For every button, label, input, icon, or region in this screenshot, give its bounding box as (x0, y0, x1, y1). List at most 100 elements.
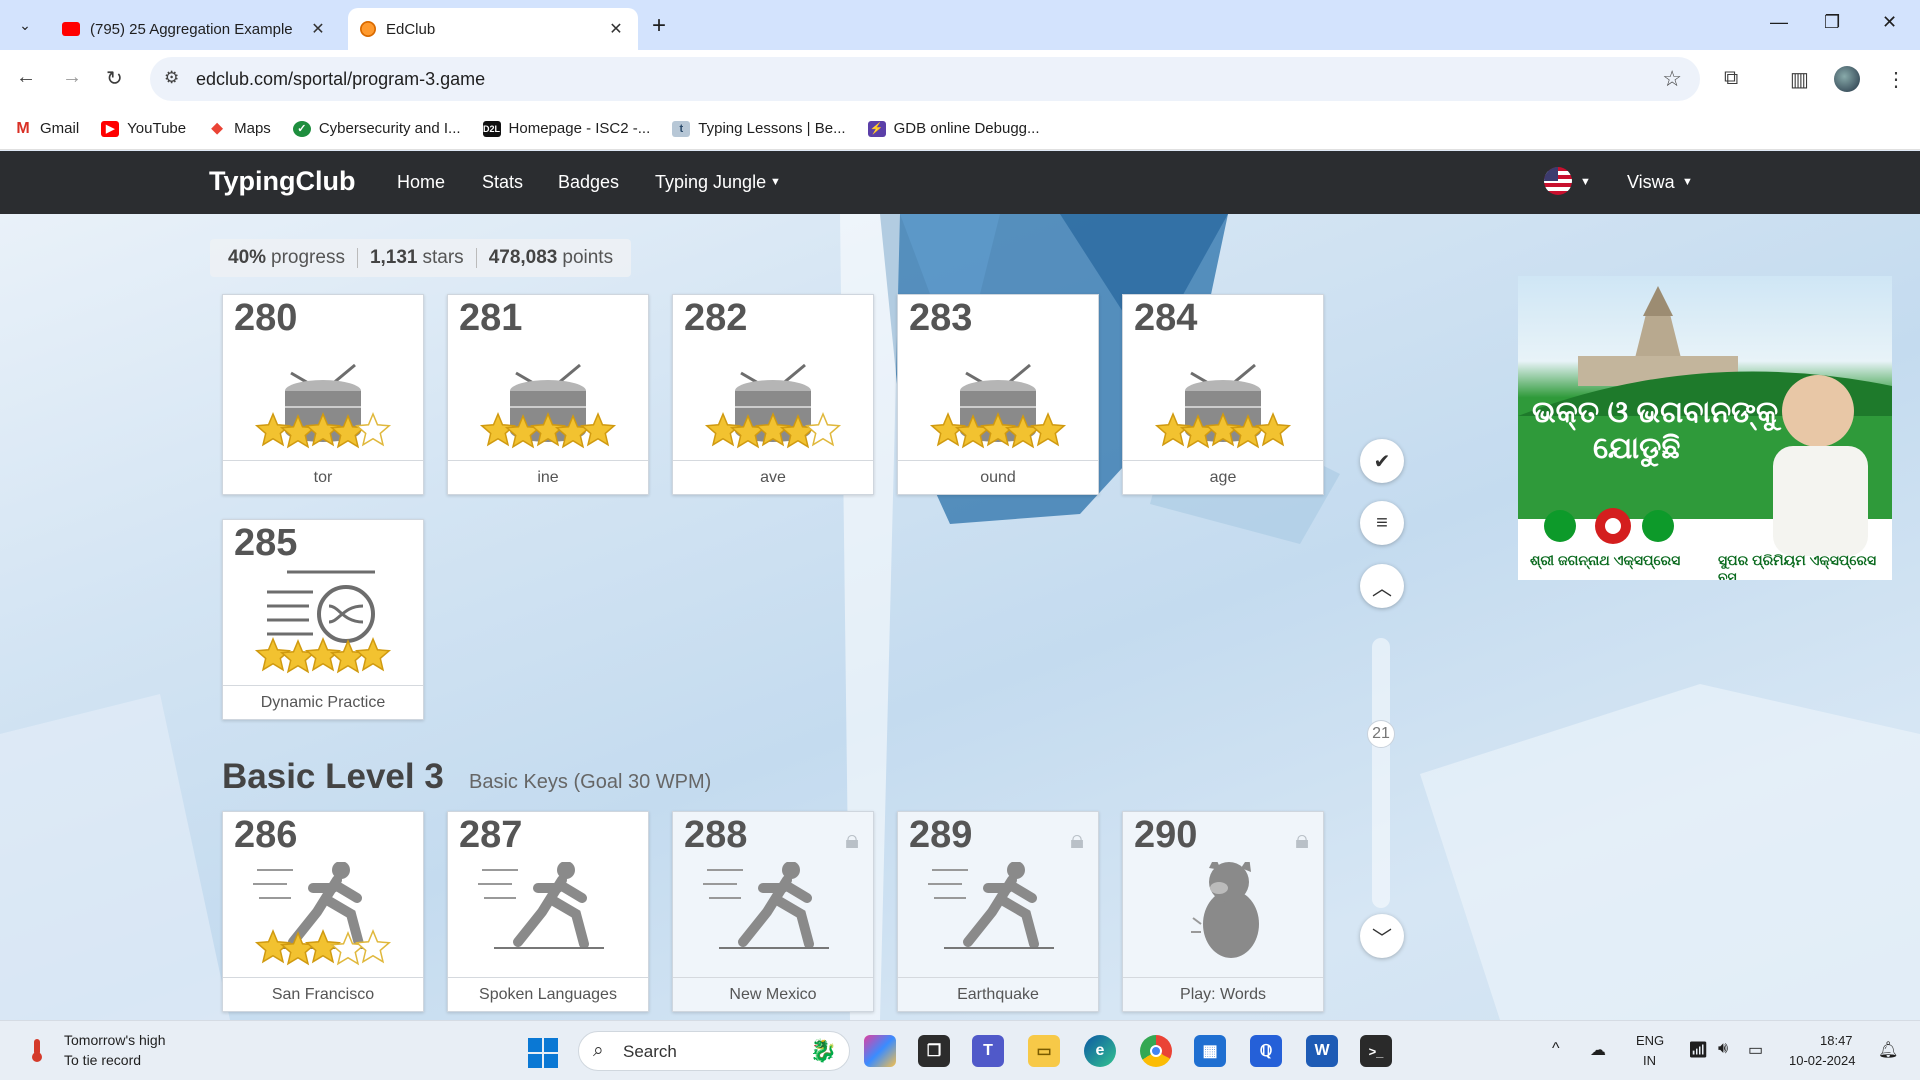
profile-avatar[interactable] (1834, 66, 1860, 92)
lesson-number: 289 (909, 814, 973, 856)
copilot-icon[interactable] (864, 1035, 896, 1067)
us-flag-icon[interactable] (1544, 167, 1572, 195)
battery-icon[interactable]: ▭ (1748, 1040, 1763, 1060)
lesson-card-283[interactable]: 283 ound (897, 294, 1099, 495)
lesson-number: 283 (909, 297, 973, 339)
advertisement-banner[interactable]: ଭକ୍ତ ଓ ଭଗବାନଙ୍କୁ ଯୋଡୁଛି ଶ୍ରୀ ଜଗନ୍ନାଥ ଏକ୍… (1518, 276, 1892, 580)
level-scroll-thumb[interactable]: 21 (1367, 720, 1395, 748)
clock-time[interactable]: 18:47 (1820, 1033, 1853, 1048)
windows-logo-pane (544, 1038, 558, 1052)
minimize-button[interactable]: — (1770, 12, 1788, 33)
weather-line-1[interactable]: Tomorrow's high (64, 1032, 166, 1048)
nav-stats[interactable]: Stats (482, 172, 523, 193)
chevron-up-icon[interactable]: ^ (1552, 1040, 1560, 1058)
gmail-icon: M (16, 119, 30, 137)
forward-button[interactable]: → (62, 66, 82, 89)
close-icon[interactable]: ✕ (308, 19, 328, 39)
bookmark-star-icon[interactable]: ☆ (1662, 66, 1682, 92)
site-logo[interactable]: TypingClub (209, 166, 355, 197)
completed-filter-button[interactable]: ✔ (1360, 439, 1404, 483)
list-menu-button[interactable]: ≡ (1360, 501, 1404, 545)
close-window-button[interactable]: ✕ (1882, 12, 1897, 33)
word-icon[interactable]: W (1306, 1035, 1338, 1067)
menu-icon[interactable]: ⋮ (1886, 67, 1906, 92)
quick-assist-icon[interactable]: ℚ (1250, 1035, 1282, 1067)
reload-button[interactable]: ↻ (106, 66, 123, 91)
search-icon: ⌕ (593, 1040, 604, 1061)
nav-typing-jungle[interactable]: Typing Jungle (655, 172, 766, 193)
region-indicator[interactable]: IN (1643, 1053, 1656, 1068)
restore-button[interactable]: ❐ (1824, 12, 1840, 33)
nav-home[interactable]: Home (397, 172, 445, 193)
taskbar-search[interactable]: ⌕ Search 🐉 (578, 1031, 850, 1071)
rating-star (279, 639, 317, 674)
drum-icon (253, 345, 393, 455)
file-explorer-icon[interactable]: ▭ (1028, 1035, 1060, 1067)
lesson-card-288[interactable]: 288 🔒︎ New Mexico (672, 811, 874, 1012)
tab-search-button[interactable]: ⌄ (10, 10, 40, 40)
lesson-number: 288 (684, 814, 748, 856)
runner-icon (928, 861, 1068, 972)
runner-icon (253, 861, 393, 972)
bookmark-gmail[interactable]: M Gmail (14, 120, 79, 137)
chrome-icon[interactable] (1140, 1035, 1172, 1067)
terminal-icon[interactable]: >_ (1360, 1035, 1392, 1067)
scroll-down-button[interactable]: ﹀ (1360, 914, 1404, 958)
start-button[interactable] (528, 1038, 558, 1068)
lesson-card-290[interactable]: 290 🔒︎ Play: Words (1122, 811, 1324, 1012)
onedrive-cloud-icon[interactable]: ☁ (1590, 1040, 1606, 1060)
notification-bell-icon[interactable]: 🔔︎ (1878, 1040, 1898, 1060)
site-info-icon[interactable]: ⚙ (164, 68, 179, 88)
clock-date[interactable]: 10-02-2024 (1789, 1053, 1856, 1068)
weather-line-2[interactable]: To tie record (64, 1052, 141, 1068)
lesson-card-287[interactable]: 287 Spoken Languages (447, 811, 649, 1012)
edge-icon[interactable]: e (1084, 1035, 1116, 1067)
wifi-icon[interactable]: 📶︎ (1688, 1040, 1708, 1060)
level-scroll-track[interactable] (1372, 638, 1390, 908)
lesson-card-289[interactable]: 289 🔒︎ Earthquake (897, 811, 1099, 1012)
close-icon[interactable]: ✕ (606, 19, 626, 39)
store-icon[interactable]: ▦ (1194, 1035, 1226, 1067)
lock-icon: 🔒︎ (1070, 824, 1084, 854)
tab-edclub[interactable]: EdClub ✕ (348, 8, 638, 50)
teams-icon[interactable]: T (972, 1035, 1004, 1067)
lesson-card-282[interactable]: 282 ave (672, 294, 874, 495)
bookmark-typing-lessons[interactable]: t Typing Lessons | Be... (672, 120, 846, 137)
task-view-icon[interactable]: ❐ (918, 1035, 950, 1067)
new-tab-button[interactable]: + (652, 12, 666, 40)
bookmark-label: Homepage - ISC2 -... (508, 120, 651, 137)
scroll-up-button[interactable]: ︿ (1360, 564, 1404, 608)
lesson-card-284[interactable]: 284 age (1122, 294, 1324, 495)
extensions-icon[interactable]: ⧉ (1724, 67, 1738, 90)
bookmark-gdb[interactable]: ⚡ GDB online Debugg... (867, 120, 1040, 137)
windows-logo-pane (528, 1038, 542, 1052)
bookmark-isc2[interactable]: D2L Homepage - ISC2 -... (482, 120, 651, 137)
lesson-card-280[interactable]: 280 tor (222, 294, 424, 495)
maps-pin-icon: ⬥ (211, 119, 223, 137)
thermometer-icon[interactable] (28, 1037, 46, 1063)
url-text[interactable]: edclub.com/sportal/program-3.game (196, 69, 485, 90)
lesson-card-286[interactable]: 286 San Francisco (222, 811, 424, 1012)
tab-youtube[interactable]: (795) 25 Aggregation Example ✕ (50, 8, 340, 50)
side-panel-icon[interactable]: ▥ (1790, 67, 1809, 92)
bookmark-cybersecurity[interactable]: ✓ Cybersecurity and I... (292, 120, 461, 137)
windows-taskbar: Tomorrow's high To tie record ⌕ Search 🐉… (0, 1020, 1920, 1080)
bookmark-youtube[interactable]: ▶ YouTube (101, 120, 186, 137)
address-bar[interactable]: ⚙ edclub.com/sportal/program-3.game ☆ (150, 57, 1700, 101)
chevron-down-icon: ﹀ (1372, 927, 1392, 950)
lesson-card-281[interactable]: 281 ine (447, 294, 649, 495)
back-button[interactable]: ← (16, 66, 36, 89)
gdb-icon: ⚡ (867, 120, 886, 137)
user-menu[interactable]: Viswa (1627, 172, 1675, 193)
lesson-card-285[interactable]: 285 Dynamic Practice (222, 519, 424, 720)
nav-badges[interactable]: Badges (558, 172, 619, 193)
bookmark-maps[interactable]: ⬥ Maps (208, 120, 271, 137)
drum-icon (703, 345, 843, 455)
section-title: Basic Level 3 (222, 757, 444, 796)
rating-star (279, 931, 317, 966)
typing-site-icon: t (672, 120, 691, 137)
language-indicator[interactable]: ENG (1636, 1033, 1664, 1048)
volume-icon[interactable]: 🔊︎ (1718, 1040, 1728, 1058)
lesson-label: ave (673, 460, 873, 495)
lesson-number: 290 (1134, 814, 1198, 856)
